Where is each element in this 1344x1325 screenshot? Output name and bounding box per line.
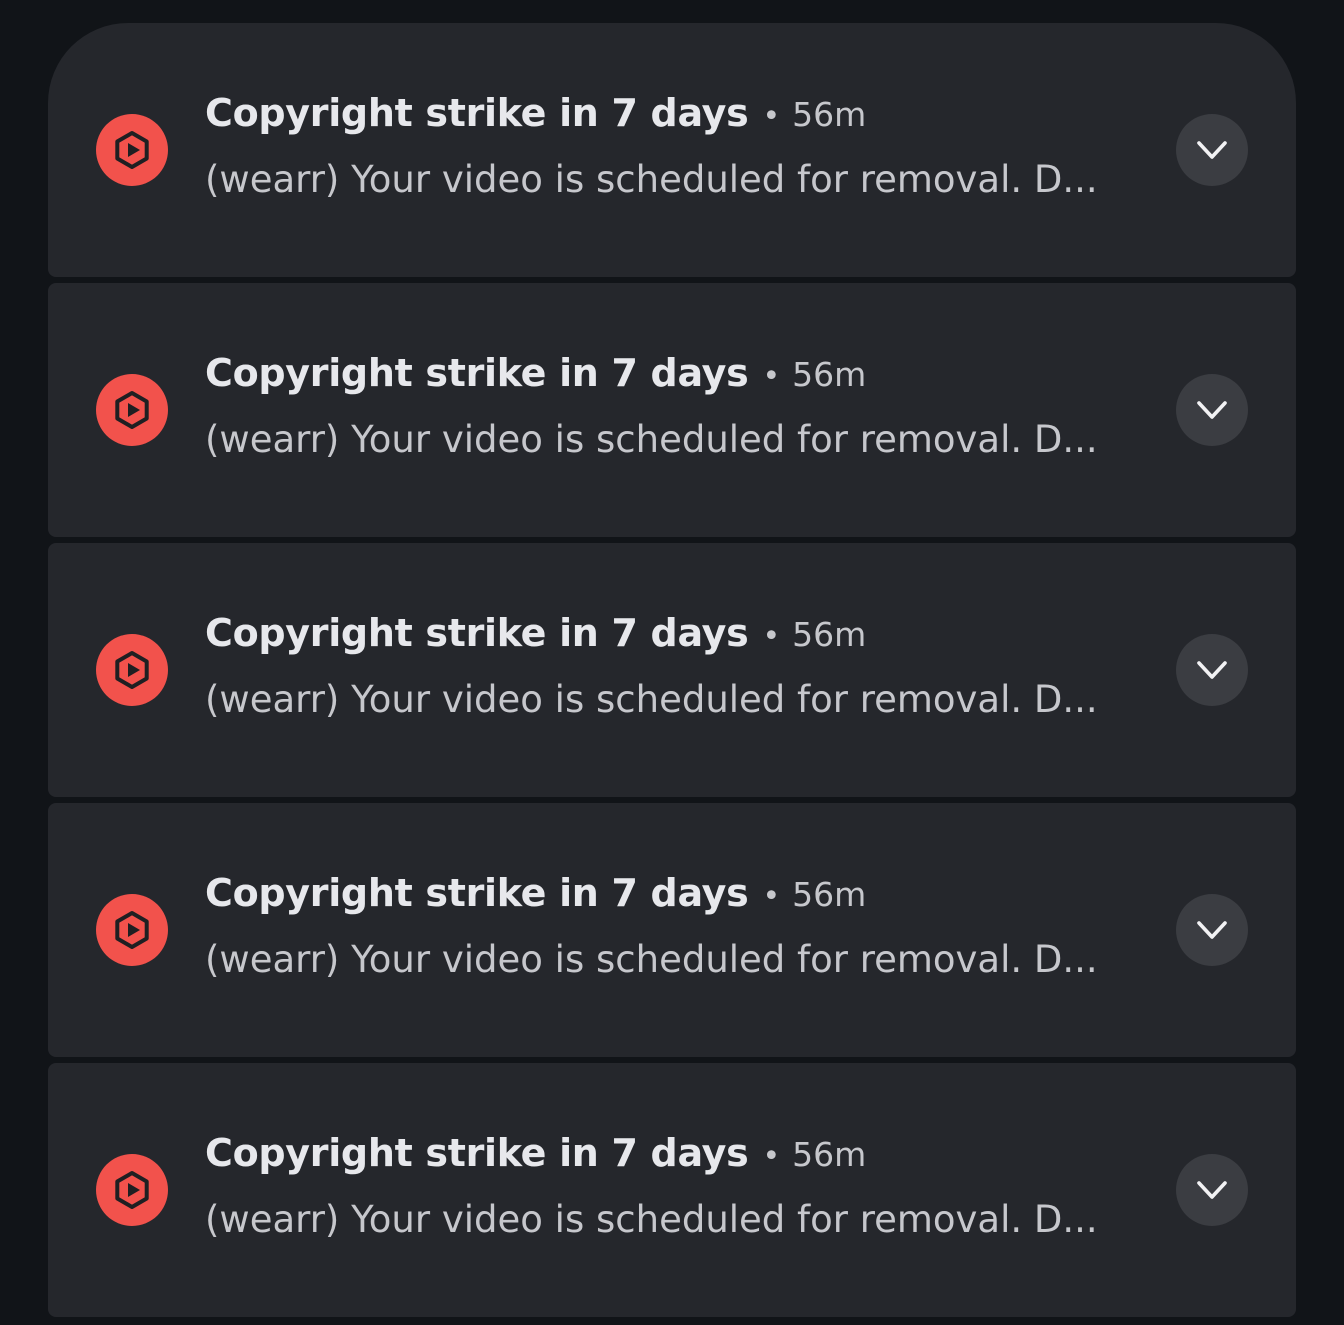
youtube-studio-icon (96, 1154, 168, 1226)
notification-card[interactable]: Copyright strike in 7 days • 56m (wearr)… (48, 23, 1296, 277)
notification-title: Copyright strike in 7 days (205, 351, 749, 395)
notification-title: Copyright strike in 7 days (205, 91, 749, 135)
notification-header: Copyright strike in 7 days • 56m (205, 87, 1165, 139)
separator-dot: • (762, 359, 781, 394)
notification-text: Copyright strike in 7 days • 56m (wearr)… (205, 867, 1165, 986)
notification-text: Copyright strike in 7 days • 56m (wearr)… (205, 347, 1165, 466)
notification-time: 56m (792, 615, 867, 654)
notification-card[interactable]: Copyright strike in 7 days • 56m (wearr)… (48, 1063, 1296, 1317)
notification-body: (wearr) Your video is scheduled for remo… (205, 1198, 1098, 1241)
notification-body: (wearr) Your video is scheduled for remo… (205, 418, 1098, 461)
separator-dot: • (762, 879, 781, 914)
notification-card[interactable]: Copyright strike in 7 days • 56m (wearr)… (48, 803, 1296, 1057)
notification-text: Copyright strike in 7 days • 56m (wearr)… (205, 1127, 1165, 1246)
notification-header: Copyright strike in 7 days • 56m (205, 1127, 1165, 1179)
expand-button[interactable] (1176, 894, 1248, 966)
notification-title: Copyright strike in 7 days (205, 871, 749, 915)
youtube-studio-icon (96, 894, 168, 966)
notification-card[interactable]: Copyright strike in 7 days • 56m (wearr)… (48, 543, 1296, 797)
youtube-studio-icon (96, 114, 168, 186)
expand-button[interactable] (1176, 1154, 1248, 1226)
notification-header: Copyright strike in 7 days • 56m (205, 347, 1165, 399)
chevron-down-icon (1197, 921, 1227, 939)
notification-card[interactable]: Copyright strike in 7 days • 56m (wearr)… (48, 283, 1296, 537)
youtube-studio-icon (96, 634, 168, 706)
notification-text: Copyright strike in 7 days • 56m (wearr)… (205, 87, 1165, 206)
notification-time: 56m (792, 875, 867, 914)
notification-title: Copyright strike in 7 days (205, 611, 749, 655)
youtube-studio-icon (96, 374, 168, 446)
notification-time: 56m (792, 1135, 867, 1174)
chevron-down-icon (1197, 661, 1227, 679)
notification-header: Copyright strike in 7 days • 56m (205, 607, 1165, 659)
chevron-down-icon (1197, 141, 1227, 159)
notification-body: (wearr) Your video is scheduled for remo… (205, 678, 1098, 721)
expand-button[interactable] (1176, 114, 1248, 186)
notification-body: (wearr) Your video is scheduled for remo… (205, 158, 1098, 201)
separator-dot: • (762, 99, 781, 134)
notification-header: Copyright strike in 7 days • 56m (205, 867, 1165, 919)
expand-button[interactable] (1176, 634, 1248, 706)
notification-time: 56m (792, 355, 867, 394)
expand-button[interactable] (1176, 374, 1248, 446)
separator-dot: • (762, 1139, 781, 1174)
notification-shade: Copyright strike in 7 days • 56m (wearr)… (0, 0, 1344, 1325)
notification-time: 56m (792, 95, 867, 134)
notification-title: Copyright strike in 7 days (205, 1131, 749, 1175)
notification-body: (wearr) Your video is scheduled for remo… (205, 938, 1098, 981)
chevron-down-icon (1197, 401, 1227, 419)
notification-text: Copyright strike in 7 days • 56m (wearr)… (205, 607, 1165, 726)
notification-list: Copyright strike in 7 days • 56m (wearr)… (48, 23, 1296, 1323)
chevron-down-icon (1197, 1181, 1227, 1199)
separator-dot: • (762, 619, 781, 654)
